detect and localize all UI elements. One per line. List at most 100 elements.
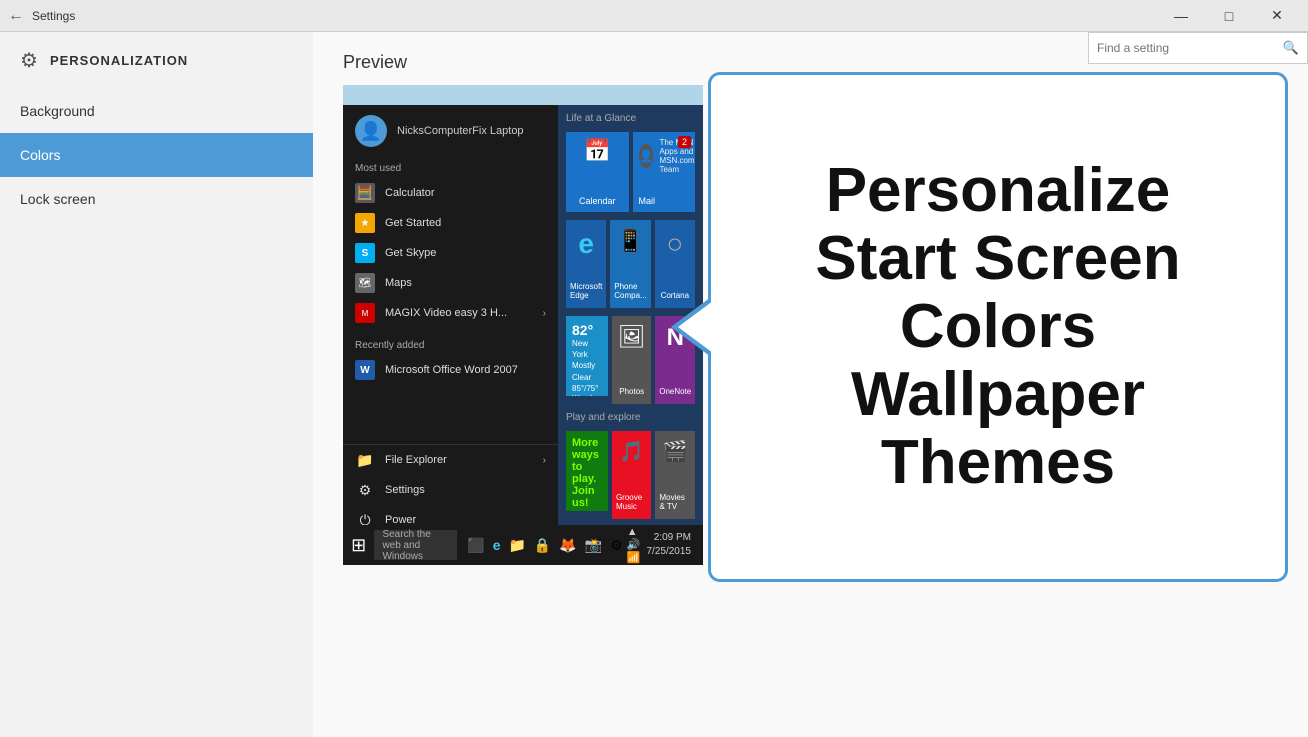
title-bar-controls: — □ ✕ bbox=[1158, 0, 1300, 32]
settings-search-input[interactable] bbox=[1097, 41, 1277, 55]
settings-taskbar-icon[interactable]: ⚙ bbox=[610, 537, 623, 554]
explorer-icon: 📁 bbox=[355, 450, 375, 470]
weather-temp: 82° bbox=[572, 322, 593, 338]
edge-tile-icon: e bbox=[578, 228, 594, 260]
explorer-label: File Explorer bbox=[385, 454, 447, 466]
taskbar-search-text: Search the web and Windows bbox=[382, 529, 449, 562]
movies-tile-icon: 🎬 bbox=[663, 439, 688, 464]
sidebar-item-background[interactable]: Background bbox=[0, 89, 313, 133]
app-msword[interactable]: W Microsoft Office Word 2007 bbox=[343, 355, 558, 385]
system-tray-icons: ▲ 🔊 📶 bbox=[627, 526, 641, 564]
calculator-label: Calculator bbox=[385, 187, 435, 199]
get-started-icon: ★ bbox=[355, 213, 375, 233]
sidebar: ⚙ PERSONALIZATION Background Colors Lock… bbox=[0, 32, 313, 737]
promo-line-3: Colors bbox=[815, 293, 1180, 361]
close-button[interactable]: ✕ bbox=[1254, 0, 1300, 32]
promo-text: Personalize Start Screen Colors Wallpape… bbox=[815, 157, 1180, 498]
phone-tile-icon: 📱 bbox=[617, 228, 644, 254]
tiles-row-1: 📅 Calendar 👤 The MSN Apps and MSN.com Te… bbox=[566, 132, 695, 212]
maximize-button[interactable]: □ bbox=[1206, 0, 1252, 32]
groove-tile-label: Groove Music bbox=[616, 493, 648, 511]
firefox-taskbar-icon[interactable]: 🦊 bbox=[559, 537, 576, 554]
taskview-icon[interactable]: ⬛ bbox=[467, 537, 484, 554]
app-maps[interactable]: 🗺 Maps bbox=[343, 268, 558, 298]
calculator-icon: 🧮 bbox=[355, 183, 375, 203]
start-user-row: 👤 NicksComputerFix Laptop bbox=[343, 105, 558, 157]
taskbar-clock: 2:09 PM 7/25/2015 bbox=[647, 531, 692, 559]
magix-arrow: › bbox=[543, 308, 546, 319]
tile-photos[interactable]: 🖼 Photos bbox=[612, 316, 652, 404]
avatar-icon: 👤 bbox=[360, 121, 382, 142]
sidebar-nav: Background Colors Lock screen bbox=[0, 89, 313, 221]
sidebar-item-lockscreen[interactable]: Lock screen bbox=[0, 177, 313, 221]
tile-cortana[interactable]: ○ Cortana bbox=[655, 220, 695, 308]
sidebar-item-colors[interactable]: Colors bbox=[0, 133, 313, 177]
minimize-button[interactable]: — bbox=[1158, 0, 1204, 32]
calendar-tile-icon: 📅 bbox=[584, 138, 611, 164]
tile-weather[interactable]: 82° New YorkMostly Clear85°/75° Weather bbox=[566, 316, 608, 396]
mail-badge: 2 bbox=[678, 136, 691, 148]
app-magix[interactable]: M MAGIX Video easy 3 H... › bbox=[343, 298, 558, 328]
cortana-tile-icon: ○ bbox=[666, 228, 683, 260]
app-get-started[interactable]: ★ Get Started bbox=[343, 208, 558, 238]
tiles-row-2: e Microsoft Edge 📱 Phone Compa... ○ Cort… bbox=[566, 220, 695, 308]
app-calculator[interactable]: 🧮 Calculator bbox=[343, 178, 558, 208]
skype-label: Get Skype bbox=[385, 247, 436, 259]
title-bar: ← Settings — □ ✕ bbox=[0, 0, 1308, 32]
edge-tile-label: Microsoft Edge bbox=[570, 282, 602, 300]
magix-label: MAGIX Video easy 3 H... bbox=[385, 307, 507, 319]
tile-movies[interactable]: 🎬 Movies & TV bbox=[655, 431, 695, 519]
back-icon[interactable]: ← bbox=[8, 7, 24, 25]
recently-added-label: Recently added bbox=[343, 334, 558, 355]
app-file-explorer[interactable]: 📁 File Explorer › bbox=[343, 445, 558, 475]
tile-groove[interactable]: 🎵 Groove Music bbox=[612, 431, 652, 519]
explorer-taskbar-icon[interactable]: 📁 bbox=[508, 537, 525, 554]
most-used-label: Most used bbox=[343, 157, 558, 178]
app-settings[interactable]: ⚙ Settings bbox=[343, 475, 558, 505]
photos-tile-label: Photos bbox=[619, 387, 644, 396]
avatar: 👤 bbox=[355, 115, 387, 147]
mail-tile-avatar: 👤 bbox=[639, 144, 654, 168]
word-icon: W bbox=[355, 360, 375, 380]
sidebar-title: PERSONALIZATION bbox=[50, 53, 188, 68]
maps-label: Maps bbox=[385, 277, 412, 289]
mail-tile-label: Mail bbox=[639, 196, 690, 206]
taskbar-date: 7/25/2015 bbox=[647, 545, 692, 559]
gear-icon: ⚙ bbox=[20, 48, 38, 73]
tile-xbox[interactable]: More ways to play. Join us! Xbox 🎮 bbox=[566, 431, 608, 511]
start-menu: 👤 NicksComputerFix Laptop Most used 🧮 Ca… bbox=[343, 105, 703, 565]
skype-icon: S bbox=[355, 243, 375, 263]
xbox-icon: 🎮 bbox=[594, 509, 608, 511]
explorer-arrow: › bbox=[543, 455, 546, 466]
phone-tile-label: Phone Compa... bbox=[614, 282, 646, 300]
main-content: 🔍 Preview Sample Text 👤 NicksComputerFix… bbox=[313, 32, 1308, 737]
tile-mail[interactable]: 👤 The MSN Apps and MSN.com Team Mail 2 bbox=[633, 132, 696, 212]
tile-edge[interactable]: e Microsoft Edge bbox=[566, 220, 606, 308]
weather-label: Weather bbox=[572, 394, 602, 396]
taskbar: ⊞ Search the web and Windows ⬛ e 📁 🔒 🦊 📸… bbox=[343, 525, 703, 565]
start-username: NicksComputerFix Laptop bbox=[397, 125, 524, 137]
settings-label: Settings bbox=[385, 484, 425, 496]
promo-line-5: Themes bbox=[815, 429, 1180, 497]
promo-line-2: Start Screen bbox=[815, 225, 1180, 293]
start-button[interactable]: ⊞ bbox=[347, 525, 370, 565]
play-section-label: Play and explore bbox=[566, 412, 695, 423]
lock-taskbar-icon[interactable]: 🔒 bbox=[534, 537, 551, 554]
taskbar-system-tray: ▲ 🔊 📶 2:09 PM 7/25/2015 bbox=[627, 526, 699, 564]
onenote-tile-label: OneNote bbox=[659, 387, 691, 396]
sidebar-header: ⚙ PERSONALIZATION bbox=[0, 32, 313, 89]
app-skype[interactable]: S Get Skype bbox=[343, 238, 558, 268]
word-label: Microsoft Office Word 2007 bbox=[385, 364, 518, 376]
top-search-bar: 🔍 bbox=[1088, 32, 1308, 64]
edge-taskbar-icon[interactable]: e bbox=[493, 537, 501, 553]
camera-taskbar-icon[interactable]: 📸 bbox=[585, 537, 602, 554]
start-menu-left: 👤 NicksComputerFix Laptop Most used 🧮 Ca… bbox=[343, 105, 558, 565]
tile-phone[interactable]: 📱 Phone Compa... bbox=[610, 220, 650, 308]
promo-content: Personalize Start Screen Colors Wallpape… bbox=[795, 137, 1200, 518]
maps-icon: 🗺 bbox=[355, 273, 375, 293]
search-icon: 🔍 bbox=[1283, 40, 1299, 56]
taskbar-search[interactable]: Search the web and Windows bbox=[374, 530, 457, 560]
movies-tile-label: Movies & TV bbox=[659, 493, 691, 511]
tile-calendar[interactable]: 📅 Calendar bbox=[566, 132, 629, 212]
title-bar-left: ← Settings bbox=[8, 7, 75, 25]
